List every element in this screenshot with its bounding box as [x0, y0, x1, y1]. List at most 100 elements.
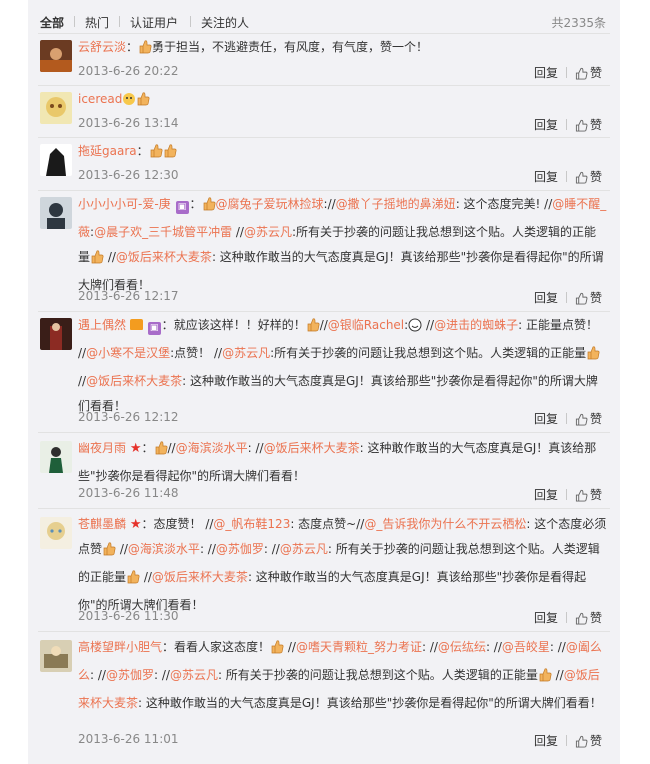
action-separator	[565, 735, 567, 746]
comment-username[interactable]: 苍麒墨麟	[78, 517, 126, 531]
comment-actions: 回复 赞	[534, 64, 602, 83]
thumbs-up-icon	[575, 67, 588, 83]
tab-separator	[74, 16, 75, 27]
comment-actions: 回复 赞	[534, 410, 602, 429]
comment-username[interactable]: 幽夜月雨	[78, 441, 126, 455]
reply-button[interactable]: 回复	[534, 734, 558, 748]
comment-text: //	[422, 318, 435, 332]
avatar[interactable]	[40, 517, 72, 549]
mention-link[interactable]: @_告诉我你为什么不开云栖松	[364, 517, 526, 531]
mention-link[interactable]: @苏云凡	[280, 542, 328, 556]
mention-link[interactable]: @海滨淡水平	[128, 542, 200, 556]
reply-button[interactable]: 回复	[534, 488, 558, 502]
comment-body: 幽夜月雨 ★：//@海滨淡水平: //@饭后来杯大麦茶: 这种敢作敢当的大气态度…	[78, 436, 608, 489]
comment-actions: 回复 赞	[534, 116, 602, 135]
comment-text: : //	[153, 668, 170, 682]
like-button[interactable]: 赞	[575, 412, 602, 426]
mention-link[interactable]: @饭后来杯大麦茶	[264, 441, 360, 455]
tab-verified-users[interactable]: 认证用户	[130, 14, 178, 31]
like-button[interactable]: 赞	[575, 66, 602, 80]
avatar[interactable]	[40, 92, 72, 124]
comment-text: : //	[247, 441, 264, 455]
reply-button[interactable]: 回复	[534, 611, 558, 625]
divider	[38, 631, 610, 632]
reply-button[interactable]: 回复	[534, 412, 558, 426]
mention-link[interactable]: @嗜天青颗粒_努力考证	[296, 640, 422, 654]
action-separator	[565, 612, 567, 623]
tab-all[interactable]: 全部	[40, 14, 64, 31]
comment-panel: 全部 热门 认证用户 关注的人 共2335条 云舒云淡： 勇于担当，不逃避责任，有…	[28, 0, 620, 764]
comment-username[interactable]: 遇上偶然	[78, 318, 126, 332]
tab-hot[interactable]: 热门	[85, 14, 109, 31]
comment-time: 2013-6-26 11:48	[78, 486, 179, 500]
avatar[interactable]	[40, 197, 72, 229]
avatar[interactable]	[40, 40, 72, 72]
mention-link[interactable]: @撒丫子摇地的鼻涕妞	[336, 197, 456, 211]
comment-actions: 回复 赞	[534, 732, 602, 751]
mention-link[interactable]: @苏云凡	[244, 225, 292, 239]
reply-button[interactable]: 回复	[534, 118, 558, 132]
comment-actions: 回复 赞	[534, 168, 602, 187]
like-button[interactable]: 赞	[575, 734, 602, 748]
like-button[interactable]: 赞	[575, 488, 602, 502]
comment-username[interactable]: iceread	[78, 92, 122, 106]
like-button[interactable]: 赞	[575, 170, 602, 184]
mention-link[interactable]: @伝纮纭	[438, 640, 486, 654]
tab-separator	[190, 16, 191, 27]
comment-actions: 回复 赞	[534, 486, 602, 505]
filter-tabs: 全部 热门 认证用户 关注的人 共2335条	[40, 14, 606, 32]
comment-separator: ：	[136, 144, 149, 158]
like-button[interactable]: 赞	[575, 118, 602, 132]
comment-body: 苍麒墨麟 ★：态度赞！ //@_帆布鞋123: 态度点赞~//@_告诉我你为什么…	[78, 512, 608, 618]
mention-link[interactable]: @海滨淡水平	[176, 441, 248, 455]
mention-link[interactable]: @苏云凡	[222, 346, 270, 360]
action-separator	[565, 171, 567, 182]
like-button[interactable]: 赞	[575, 291, 602, 305]
mention-link[interactable]: @饭后来杯大麦茶	[152, 570, 248, 584]
avatar[interactable]	[40, 144, 72, 176]
avatar[interactable]	[40, 640, 72, 672]
comment-text: 态度赞！ //	[153, 517, 214, 531]
mention-link[interactable]: @小寒不是汉堡	[86, 346, 170, 360]
comment-username[interactable]: 小小小小可-爱-庚	[78, 197, 171, 211]
avatar[interactable]	[40, 318, 72, 350]
like-label: 赞	[589, 734, 602, 748]
comment-username[interactable]: 高楼望畔小胆气	[78, 640, 162, 654]
divider	[38, 33, 610, 34]
like-button[interactable]: 赞	[575, 611, 602, 625]
mention-link[interactable]: @苏伽罗	[216, 542, 264, 556]
divider	[38, 85, 610, 86]
mention-link[interactable]: @苏伽罗	[106, 668, 154, 682]
comment-time: 2013-6-26 12:12	[78, 410, 179, 424]
thumbs-up-icon	[575, 489, 588, 505]
mention-link[interactable]: @进击的蜘蛛子	[434, 318, 518, 332]
mention-link[interactable]: @晨子欢_三千城管平冲雷	[94, 225, 232, 239]
reply-button[interactable]: 回复	[534, 170, 558, 184]
reply-button[interactable]: 回复	[534, 291, 558, 305]
thumbs-up-icon	[90, 248, 104, 273]
comment-username[interactable]: 云舒云淡	[78, 40, 126, 54]
mention-link[interactable]: @苏云凡	[170, 668, 218, 682]
mention-link[interactable]: @饭后来杯大麦茶	[86, 374, 182, 388]
action-separator	[565, 413, 567, 424]
divider	[38, 508, 610, 509]
comment-time: 2013-6-26 11:01	[78, 732, 179, 746]
mention-link[interactable]: @_帆布鞋123	[213, 517, 290, 531]
like-label: 赞	[589, 412, 602, 426]
comment-username[interactable]: 拖延gaara	[78, 144, 137, 158]
tab-following[interactable]: 关注的人	[201, 14, 249, 31]
mention-link[interactable]: @饭后来杯大麦茶	[116, 250, 212, 264]
comment-text: : //	[421, 640, 438, 654]
mention-link[interactable]: @吾皎星	[502, 640, 550, 654]
avatar[interactable]	[40, 441, 72, 473]
thumbs-up-icon	[575, 119, 588, 135]
reply-button[interactable]: 回复	[534, 66, 558, 80]
action-separator	[565, 119, 567, 130]
mention-link[interactable]: @腐兔子爱玩林捡球	[216, 197, 324, 211]
thumbs-up-icon	[575, 612, 588, 628]
comment-body: iceread	[78, 87, 608, 115]
mention-link[interactable]: @银临Rachel	[328, 318, 404, 332]
comment-text: 看看人家这态度！	[174, 640, 271, 654]
divider	[38, 432, 610, 433]
divider	[38, 137, 610, 138]
